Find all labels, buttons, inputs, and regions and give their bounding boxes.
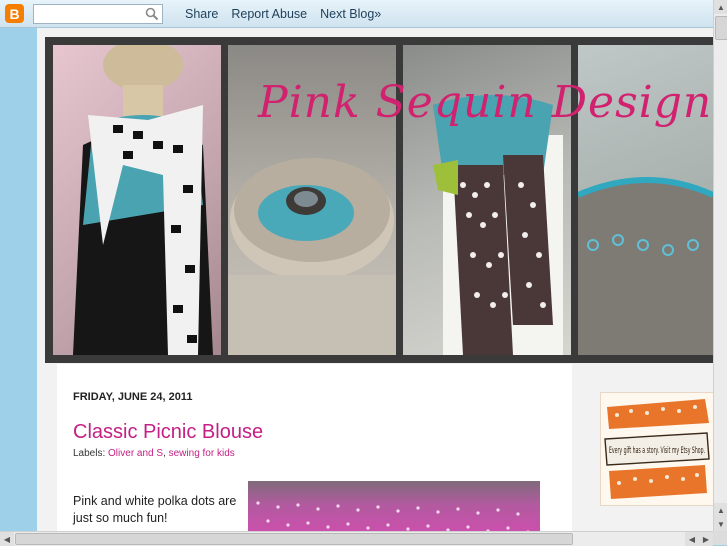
share-link[interactable]: Share xyxy=(185,7,218,21)
post-labels: Labels: Oliver and S, sewing for kids xyxy=(73,448,235,459)
blogger-logo-icon[interactable]: B xyxy=(5,4,24,23)
vertical-scrollbar[interactable]: ▲ ▲ ▼ xyxy=(713,0,727,531)
scroll-up-small-arrow-icon[interactable]: ▲ xyxy=(714,503,727,517)
post-body-line: Pink and white polka dots are xyxy=(73,494,237,508)
blog-header[interactable]: Pink Sequin Designs xyxy=(45,37,727,363)
horizontal-scrollbar[interactable]: ◀ ◀ ▶ xyxy=(0,531,713,546)
blog-title[interactable]: Pink Sequin Designs xyxy=(258,77,727,128)
blogger-navbar: B Share Report Abuse Next Blog» xyxy=(0,0,713,28)
labels-prefix: Labels: xyxy=(73,448,106,459)
scrollbar-corner xyxy=(713,531,727,545)
post-title-link[interactable]: Classic Picnic Blouse xyxy=(73,421,263,444)
label-link-oliver-and-s[interactable]: Oliver and S xyxy=(108,448,163,459)
scroll-left-small-arrow-icon[interactable]: ◀ xyxy=(685,532,699,546)
label-link-sewing-for-kids[interactable]: sewing for kids xyxy=(169,448,235,459)
search-icon[interactable] xyxy=(145,7,159,21)
scroll-up-arrow-icon[interactable]: ▲ xyxy=(714,0,727,14)
scroll-left-arrow-icon[interactable]: ◀ xyxy=(0,532,14,546)
etsy-badge-text: Every gift has a story. Visit my Etsy Sh… xyxy=(609,446,705,456)
etsy-shop-badge[interactable]: Every gift has a story. Visit my Etsy Sh… xyxy=(600,392,714,506)
search-input[interactable] xyxy=(34,5,150,24)
label-separator: , xyxy=(163,448,166,459)
post-date-header: FRIDAY, JUNE 24, 2011 xyxy=(73,391,193,403)
header-photo-houndstooth-scarf xyxy=(53,45,221,355)
horizontal-scroll-thumb[interactable] xyxy=(15,533,573,545)
scroll-right-arrow-icon[interactable]: ▶ xyxy=(699,532,713,546)
scroll-down-arrow-icon[interactable]: ▼ xyxy=(714,517,727,531)
post-body-line: just so much fun! xyxy=(73,511,168,525)
report-abuse-link[interactable]: Report Abuse xyxy=(231,7,307,21)
vertical-scroll-thumb[interactable] xyxy=(715,16,727,40)
next-blog-link[interactable]: Next Blog» xyxy=(320,7,381,21)
search-box xyxy=(33,3,163,24)
post-body: Pink and white polka dots are just so mu… xyxy=(73,493,243,527)
